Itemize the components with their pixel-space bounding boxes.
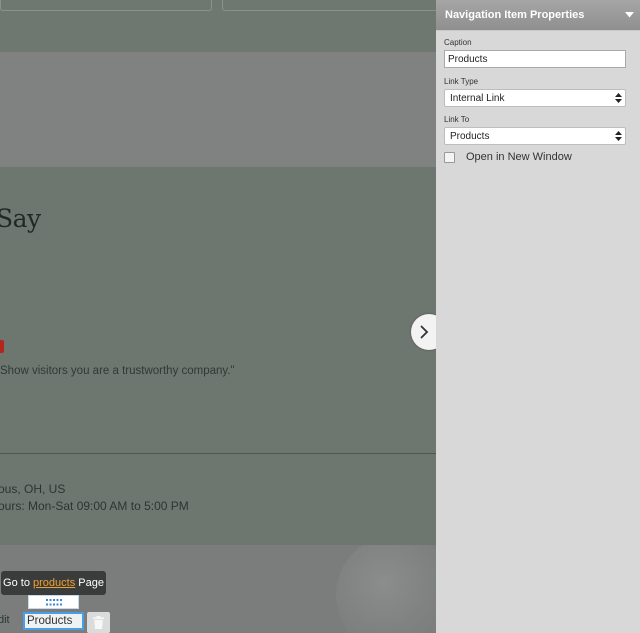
link-to-select[interactable]: Products [444, 127, 626, 145]
link-type-select[interactable]: Internal Link [444, 89, 626, 107]
edit-label: dit [0, 614, 10, 626]
select-arrows-icon [611, 131, 625, 141]
open-new-window-row[interactable]: Open in New Window [444, 151, 640, 163]
header-tab-right [222, 0, 436, 11]
address-text: ous, OH, US [0, 482, 66, 496]
editor-canvas: Say Show visitors you are a trustworthy … [0, 0, 436, 633]
panel-body: Caption Link Type Internal Link Link To … [436, 31, 640, 163]
tooltip-page-link[interactable]: products [33, 577, 75, 589]
tooltip-prefix: Go to [3, 577, 30, 589]
open-new-window-label: Open in New Window [466, 151, 572, 163]
caret-down-icon [624, 12, 634, 18]
section-divider [0, 453, 436, 454]
section-heading: Say [0, 204, 41, 233]
link-type-label: Link Type [444, 77, 479, 86]
properties-panel: Navigation Item Properties Caption Link … [436, 0, 640, 633]
collapse-panel-button[interactable] [618, 0, 640, 31]
link-to-value: Products [450, 130, 490, 142]
panel-title: Navigation Item Properties [445, 9, 585, 21]
goto-page-tooltip: Go to products Page [1, 571, 106, 601]
panel-header[interactable]: Navigation Item Properties [436, 0, 640, 31]
decorative-image [336, 545, 436, 633]
caption-input[interactable] [444, 50, 626, 68]
drag-handle[interactable] [28, 595, 79, 609]
nav-item-inline-input[interactable] [23, 612, 84, 630]
trash-icon [93, 616, 104, 629]
select-arrows-icon [611, 93, 625, 103]
header-tab-left [0, 0, 212, 11]
delete-nav-item-button[interactable] [87, 612, 110, 633]
gray-section [0, 52, 436, 167]
tooltip-suffix: Page [78, 577, 104, 589]
testimonials-section [0, 167, 436, 545]
header-band [0, 0, 436, 52]
red-quote-icon [0, 340, 4, 353]
grip-dots-icon [45, 598, 62, 605]
hours-text: ours: Mon-Sat 09:00 AM to 5:00 PM [0, 499, 189, 513]
chevron-right-icon [420, 325, 429, 339]
link-type-value: Internal Link [450, 92, 505, 104]
link-to-label: Link To [444, 115, 470, 124]
caption-label: Caption [444, 38, 472, 47]
open-new-window-checkbox[interactable] [444, 151, 455, 163]
testimonial-quote: Show visitors you are a trustworthy comp… [0, 365, 235, 377]
